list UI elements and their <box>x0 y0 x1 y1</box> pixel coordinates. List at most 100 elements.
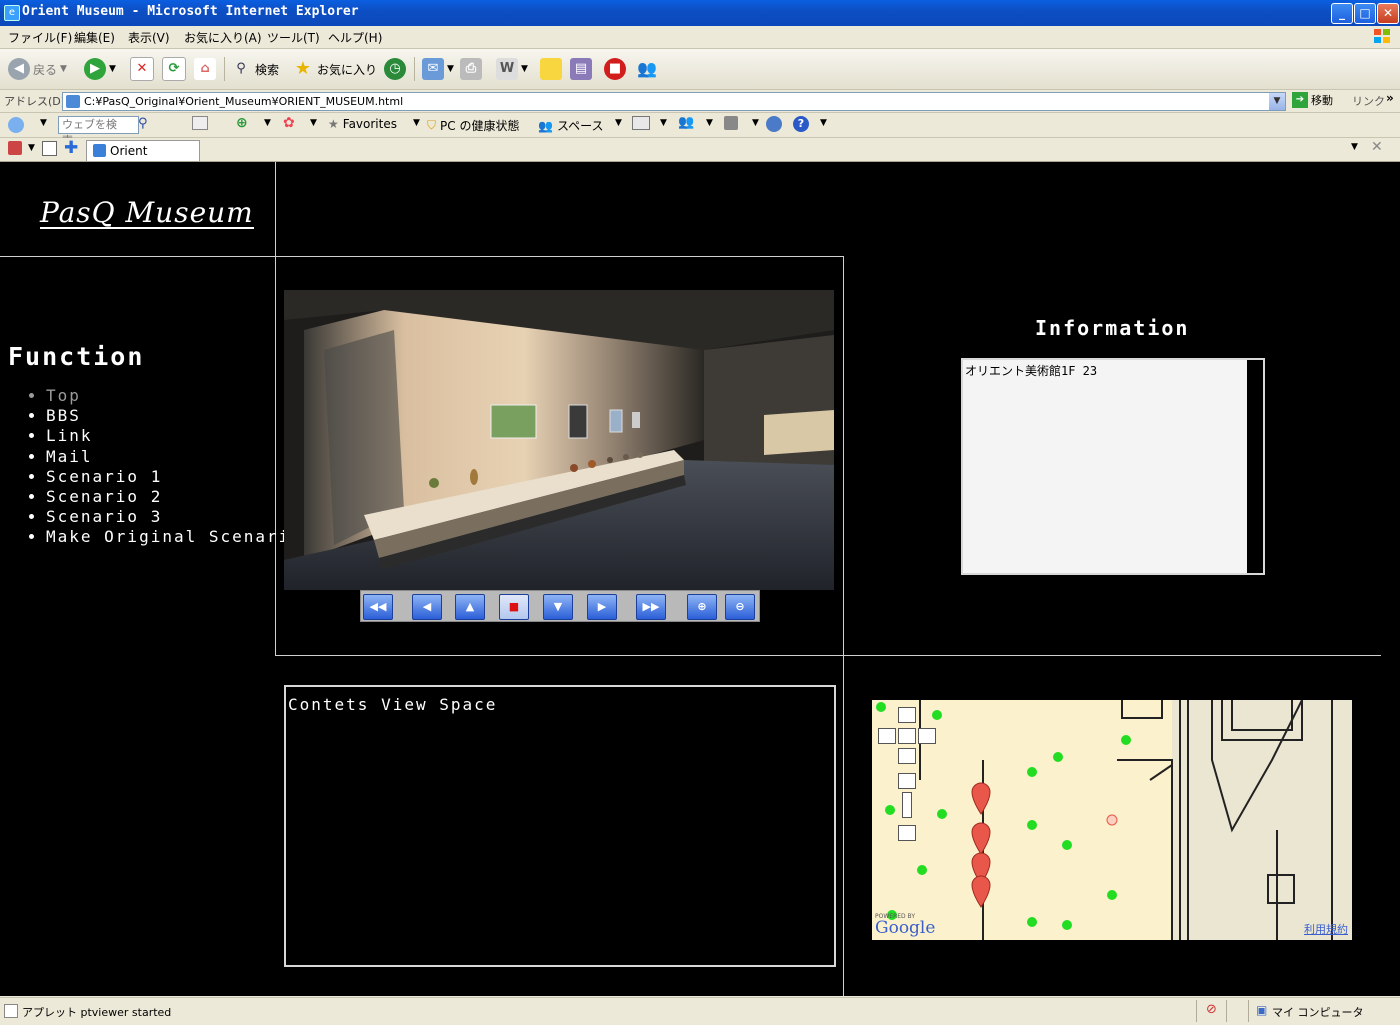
function-link-link[interactable]: Link <box>46 426 302 446</box>
title-bar: e Orient Museum - Microsoft Internet Exp… <box>0 0 1400 26</box>
zoom-out-icon[interactable]: ⊖ <box>725 594 755 620</box>
spaces-link[interactable]: 👥 スペース <box>538 117 604 134</box>
globe-icon[interactable] <box>766 116 782 132</box>
close-button[interactable]: ✕ <box>1377 3 1399 24</box>
refresh-button[interactable]: ⟳ <box>162 56 186 82</box>
recenter-icon[interactable]: ✥ <box>898 728 916 744</box>
research-icon: ▤ <box>570 58 592 80</box>
google-map[interactable]: ↑ ← ✥ → ↓ + − POWERED BY Google 利用規約 <box>872 700 1352 940</box>
windows-logo-icon <box>1374 29 1390 43</box>
zoom-in-icon[interactable]: ⊕ <box>687 594 717 620</box>
function-link-mail[interactable]: Mail <box>46 447 302 467</box>
messenger-red-button[interactable]: ■ <box>604 56 626 82</box>
history-icon: ◷ <box>384 58 406 80</box>
rss-icon[interactable] <box>724 116 738 130</box>
home-button[interactable]: ⌂ <box>194 56 216 82</box>
edit-button[interactable]: W ▼ <box>496 56 528 82</box>
forward-button[interactable]: ▶ ▼ <box>84 56 116 82</box>
menu-bar: ファイル(F) 編集(E) 表示(V) お気に入り(A) ツール(T) ヘルプ(… <box>0 26 1400 49</box>
function-link-scenario-1[interactable]: Scenario 1 <box>46 467 302 487</box>
floor-plan-map <box>872 700 1352 940</box>
pan-right-icon[interactable]: → <box>918 728 936 744</box>
go-button[interactable]: ➔ 移動 <box>1292 92 1333 108</box>
pan-up-icon[interactable]: ↑ <box>898 707 916 723</box>
back-arrow-icon: ◀ <box>8 58 30 80</box>
page-status-icon <box>4 1004 18 1018</box>
popup-blocker-icon[interactable]: ⊘ <box>1206 1002 1217 1017</box>
home-icon[interactable] <box>8 141 22 155</box>
mail-button[interactable]: ✉ ▼ <box>422 56 454 82</box>
chevron-down-icon[interactable]: ▼ <box>1269 93 1285 110</box>
menu-favorites[interactable]: お気に入り(A) <box>184 29 262 46</box>
help-icon[interactable]: ? <box>793 116 809 132</box>
window-icon[interactable] <box>192 116 208 130</box>
information-textarea[interactable]: オリエント美術館1F 23 <box>961 358 1265 575</box>
go-arrow-icon: ➔ <box>1292 92 1308 108</box>
favorites-button[interactable]: ★ お気に入り <box>292 56 377 82</box>
status-text: アプレット ptviewer started <box>22 1006 172 1019</box>
minimize-button[interactable]: _ <box>1331 3 1353 24</box>
quick-tabs-icon[interactable] <box>42 141 57 156</box>
menu-file[interactable]: ファイル(F) <box>8 29 72 46</box>
research-button[interactable]: ▤ <box>570 56 592 82</box>
web-search-input[interactable]: ウェブを検索... <box>58 116 139 147</box>
zoom-slider[interactable] <box>902 792 912 818</box>
stop-button[interactable]: ✕ <box>130 56 154 82</box>
links-label[interactable]: リンク <box>1352 93 1385 109</box>
back-button[interactable]: ◀ 戻る ▼ <box>8 56 67 82</box>
menu-view[interactable]: 表示(V) <box>128 29 170 46</box>
tab-orient-museum[interactable]: Orient Museum <box>86 140 200 178</box>
shield-icon: ⛉ <box>427 118 437 132</box>
notes-button[interactable] <box>540 56 562 82</box>
mail-icon: ✉ <box>422 58 444 80</box>
mail-icon[interactable] <box>632 116 650 130</box>
rewind-button[interactable]: ◀◀ <box>363 594 393 620</box>
function-link-scenario-2[interactable]: Scenario 2 <box>46 487 302 507</box>
butterfly-icon[interactable]: ✿ <box>283 115 295 131</box>
msn-icon[interactable] <box>8 117 24 133</box>
stop-button[interactable]: ■ <box>499 594 529 620</box>
print-button[interactable]: ⎙ <box>460 56 482 82</box>
pan-right-button[interactable]: ▶ <box>587 594 617 620</box>
address-input[interactable]: C:¥PasQ_Original¥Orient_Museum¥ORIENT_MU… <box>62 92 1286 111</box>
pc-health-link[interactable]: ⛉ PC の健康状態 <box>427 117 519 134</box>
pan-down-icon[interactable]: ↓ <box>898 748 916 764</box>
map-zoom-in-button[interactable]: + <box>898 773 916 789</box>
function-link-top[interactable]: Top <box>46 386 302 406</box>
fast-forward-button[interactable]: ▶▶ <box>636 594 666 620</box>
map-terms-link[interactable]: 利用規約 <box>1304 921 1348 937</box>
museum-logo[interactable]: PasQ Museum <box>40 199 254 229</box>
refresh-icon: ⟳ <box>162 57 186 81</box>
contacts-icon[interactable]: 👥 <box>678 115 694 130</box>
function-link-bbs[interactable]: BBS <box>46 406 302 426</box>
menu-tools[interactable]: ツール(T) <box>267 29 320 46</box>
map-zoom-out-button[interactable]: − <box>898 825 916 841</box>
star-icon: ★ <box>294 58 312 79</box>
tab-list-icon[interactable]: ▼ <box>1351 142 1358 152</box>
tilt-up-button[interactable]: ▲ <box>455 594 485 620</box>
chevron-right-icon[interactable]: » <box>1386 91 1394 105</box>
favorites-link[interactable]: ★ Favorites <box>328 117 397 131</box>
history-button[interactable]: ◷ <box>384 56 406 82</box>
function-link-make-original-scenario[interactable]: Make Original Scenario <box>46 527 302 547</box>
chevron-down-icon[interactable]: ▼ <box>40 118 47 128</box>
computer-icon: ▣ <box>1256 1003 1268 1017</box>
tilt-down-button[interactable]: ▼ <box>543 594 573 620</box>
contents-view-space: Contets View Space <box>284 685 836 967</box>
menu-help[interactable]: ヘルプ(H) <box>328 29 382 46</box>
messenger-button[interactable]: 👥 <box>636 56 658 82</box>
page-icon <box>66 95 80 108</box>
scrollbar[interactable] <box>1247 360 1263 573</box>
function-link-scenario-3[interactable]: Scenario 3 <box>46 507 302 527</box>
address-label: アドレス(D) <box>4 95 66 108</box>
search-icon[interactable]: ⚲ <box>138 116 154 132</box>
new-tab-icon[interactable]: ✚ <box>64 138 78 158</box>
pan-left-icon[interactable]: ← <box>878 728 896 744</box>
add-icon[interactable]: ⊕ <box>236 115 248 131</box>
search-button[interactable]: ⚲ 検索 <box>230 56 279 82</box>
close-tab-icon[interactable]: ✕ <box>1371 139 1383 155</box>
panorama-viewer[interactable] <box>284 290 834 590</box>
pan-left-button[interactable]: ◀ <box>412 594 442 620</box>
menu-edit[interactable]: 編集(E) <box>74 29 115 46</box>
maximize-button[interactable]: □ <box>1354 3 1376 24</box>
